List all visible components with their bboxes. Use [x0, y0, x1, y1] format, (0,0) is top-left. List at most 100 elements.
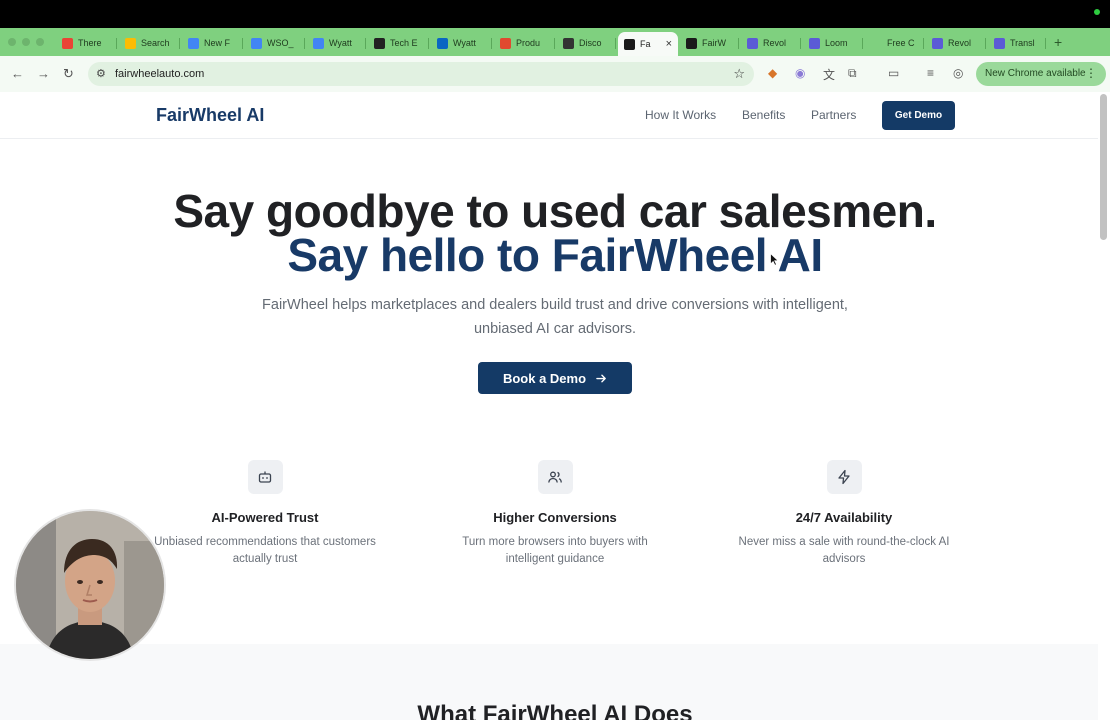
- browser-tab[interactable]: Wyatt: [431, 32, 492, 54]
- tab-label: FairW: [702, 38, 726, 48]
- hero-subheading: FairWheel helps marketplaces and dealers…: [262, 297, 848, 337]
- tab-divider: [242, 38, 243, 49]
- tab-divider: [428, 38, 429, 49]
- site-settings-icon[interactable]: ⚙: [96, 67, 106, 80]
- feature-title: Higher Conversions: [493, 510, 617, 525]
- headline-secondary: Say hello to FairWheel AI: [287, 229, 823, 281]
- feature-title: 24/7 Availability: [795, 510, 893, 525]
- feature-description: Turn more browsers into buyers with inte…: [462, 536, 648, 565]
- browser-tab[interactable]: New F: [182, 32, 243, 54]
- extension-icon[interactable]: ◉: [795, 66, 805, 80]
- tab-favicon-icon: [437, 37, 448, 49]
- page-scrollbar[interactable]: [1100, 94, 1107, 240]
- browser-tab[interactable]: Tech E: [368, 32, 429, 54]
- browser-tab[interactable]: Free C: [865, 32, 924, 54]
- get-demo-button[interactable]: Get Demo: [882, 101, 955, 130]
- tab-favicon-icon: [500, 37, 511, 49]
- tab-favicon-icon: [188, 37, 199, 49]
- tab-label: Wyatt: [453, 38, 476, 48]
- tab-divider: [554, 38, 555, 49]
- browser-tab[interactable]: Wyatt: [307, 32, 366, 54]
- tab-favicon-icon: [624, 38, 635, 50]
- tab-label: Free C: [887, 38, 915, 48]
- more-menu-icon[interactable]: ⋮: [1085, 66, 1097, 80]
- browser-tab[interactable]: WSO_: [245, 32, 305, 54]
- media-icon[interactable]: ≡: [927, 66, 934, 80]
- browser-tab[interactable]: FairW: [680, 32, 739, 54]
- tab-favicon-icon: [747, 37, 758, 49]
- section-title: What FairWheel AI Does: [417, 701, 693, 720]
- webcam-overlay: [16, 511, 164, 659]
- book-demo-button[interactable]: Book a Demo: [478, 362, 632, 394]
- browser-toolbar: ← → ↻ ⚙ fairwheelauto.com ☆ ◆ ◉ 文 ⧉ ▭ ≡ …: [0, 56, 1110, 92]
- book-demo-label: Book a Demo: [502, 370, 587, 386]
- browser-tab[interactable]: There: [56, 32, 117, 54]
- browser-chrome: There Search New F WSO_ Wyatt Tech E Wyatt Prod…: [0, 28, 1110, 92]
- arrow-right-icon: [596, 374, 606, 382]
- tab-divider: [179, 38, 180, 49]
- tab-search-icon[interactable]: ▭: [888, 66, 899, 80]
- robot-icon: [258, 471, 272, 483]
- feature-card-availability: 24/7 Availability Never miss a sale with…: [729, 460, 959, 568]
- tab-favicon-icon: [313, 37, 324, 49]
- tab-favicon-icon: [994, 37, 1005, 49]
- browser-tab[interactable]: Revol: [741, 32, 801, 54]
- tab-divider: [738, 38, 739, 49]
- users-icon: [548, 471, 562, 483]
- tab-divider: [304, 38, 305, 49]
- tab-divider: [1045, 38, 1046, 49]
- address-bar[interactable]: ⚙ fairwheelauto.com ☆: [88, 62, 754, 86]
- tab-favicon-icon: [563, 37, 574, 49]
- tab-divider: [116, 38, 117, 49]
- bookmark-star-icon[interactable]: ☆: [733, 66, 745, 82]
- tab-label: Fa: [640, 39, 651, 49]
- tab-label: There: [78, 38, 102, 48]
- browser-tab[interactable]: Transl: [988, 32, 1046, 54]
- nav-how-it-works[interactable]: How It Works: [645, 108, 716, 122]
- address-text[interactable]: fairwheelauto.com: [115, 68, 204, 80]
- browser-tab[interactable]: Revol: [926, 32, 986, 54]
- extensions-puzzle-icon[interactable]: ⧉: [848, 66, 857, 81]
- site-header: FairWheel AI How It Works Benefits Partn…: [0, 92, 1098, 139]
- tab-strip: There Search New F WSO_ Wyatt Tech E Wyatt Prod…: [0, 28, 1110, 56]
- site-logo[interactable]: FairWheel AI: [156, 105, 264, 126]
- tab-favicon-icon: [125, 37, 136, 49]
- mouse-cursor-icon: [770, 253, 779, 266]
- tab-divider: [923, 38, 924, 49]
- os-menu-bar: [0, 0, 1110, 28]
- tab-divider: [365, 38, 366, 49]
- tab-label: Transl: [1010, 38, 1035, 48]
- tab-label: Tech E: [390, 38, 418, 48]
- chrome-update-button[interactable]: New Chrome available ⋮: [976, 62, 1106, 86]
- tab-label: Revol: [763, 38, 787, 48]
- new-tab-button[interactable]: +: [1054, 34, 1062, 50]
- tab-favicon-icon: [686, 37, 697, 49]
- feature-description: Never miss a sale with round-the-clock A…: [738, 536, 950, 565]
- browser-tab[interactable]: Disco: [557, 32, 616, 54]
- tab-label: New F: [204, 38, 231, 48]
- nav-partners[interactable]: Partners: [811, 108, 856, 122]
- nav-benefits[interactable]: Benefits: [742, 108, 785, 122]
- forward-icon[interactable]: →: [37, 66, 50, 81]
- feature-card-trust: AI-Powered Trust Unbiased recommendation…: [150, 460, 380, 568]
- tab-label: Wyatt: [329, 38, 352, 48]
- browser-tab[interactable]: Fa ×: [618, 32, 678, 56]
- back-icon[interactable]: ←: [11, 66, 24, 81]
- profile-icon[interactable]: ◎: [953, 66, 963, 80]
- browser-tab[interactable]: Loom: [803, 32, 863, 54]
- translate-icon[interactable]: 文: [823, 66, 835, 83]
- tab-divider: [985, 38, 986, 49]
- tab-divider: [800, 38, 801, 49]
- browser-tab[interactable]: Produ: [494, 32, 555, 54]
- tab-favicon-icon: [62, 37, 73, 49]
- tab-label: Revol: [948, 38, 972, 48]
- window-controls[interactable]: [8, 38, 44, 46]
- tab-favicon-icon: [809, 37, 820, 49]
- metamask-icon[interactable]: ◆: [768, 66, 777, 80]
- feature-description: Unbiased recommendations that customers …: [154, 536, 376, 565]
- close-tab-icon[interactable]: ×: [666, 38, 672, 50]
- reload-icon[interactable]: ↻: [63, 66, 74, 82]
- tab-label: Search: [141, 38, 170, 48]
- browser-tab[interactable]: Search: [119, 32, 180, 54]
- tab-label: Disco: [579, 38, 602, 48]
